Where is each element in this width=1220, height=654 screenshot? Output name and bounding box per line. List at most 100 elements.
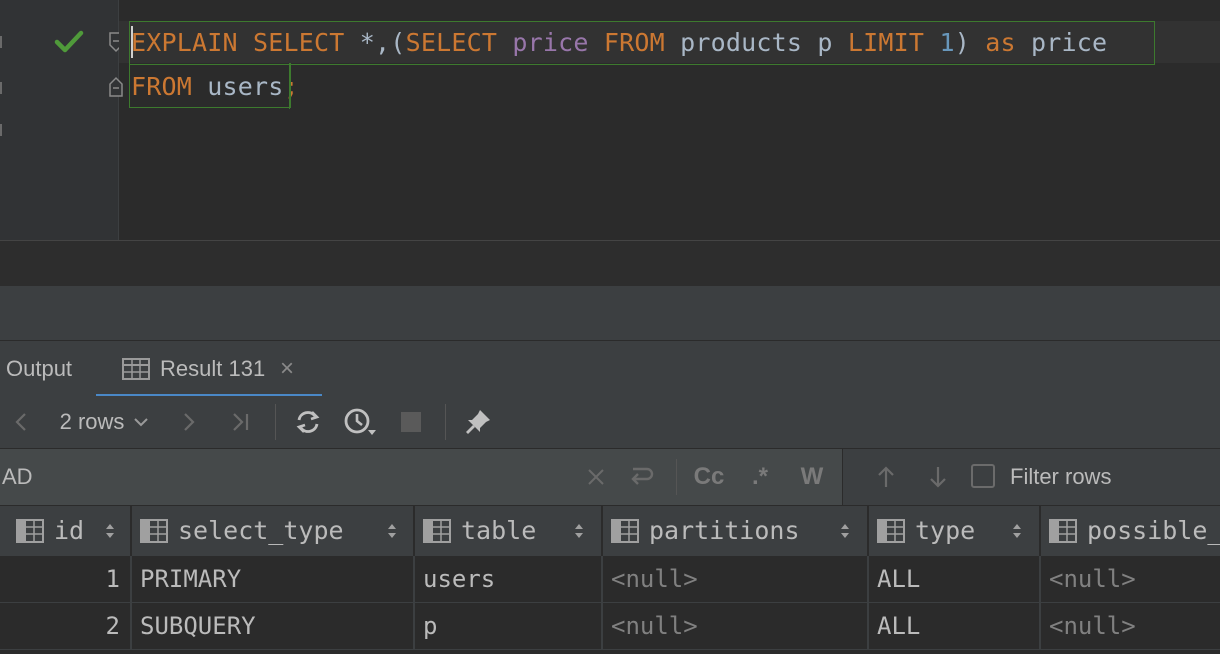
close-icon — [588, 469, 604, 485]
text-caret — [131, 26, 133, 58]
search-filter-bar: Cc .* W Filter rows — [0, 449, 1220, 506]
cell-partitions[interactable]: <null> — [603, 603, 869, 649]
cell-select-type[interactable]: PRIMARY — [132, 556, 415, 602]
cell-id[interactable]: 2 — [0, 603, 132, 649]
column-header-table[interactable]: table — [415, 506, 603, 556]
tab-result-label: Result 131 — [160, 356, 266, 381]
panel-splitter[interactable] — [0, 240, 1220, 287]
sort-icon[interactable] — [386, 522, 398, 540]
filter-rows-checkbox[interactable] — [971, 464, 995, 488]
toolbar-separator — [842, 449, 843, 505]
refresh-button[interactable] — [290, 396, 326, 448]
sql-editor[interactable]: EXPLAIN SELECT *,(SELECT price FROM prod… — [0, 0, 1220, 240]
cell-table[interactable]: p — [415, 603, 603, 649]
column-icon — [423, 519, 451, 543]
table-row[interactable]: 2 SUBQUERY p <null> ALL <null> — [0, 603, 1220, 650]
sort-icon[interactable] — [839, 522, 851, 540]
stop-icon — [401, 412, 421, 432]
next-occurrence-button[interactable] — [924, 449, 952, 505]
code-line-2[interactable]: FROM users; — [131, 65, 299, 109]
column-icon — [140, 519, 168, 543]
match-case-label: Cc — [693, 463, 725, 490]
arrow-up-icon — [878, 466, 894, 487]
column-header-label: possible_ — [1087, 516, 1220, 545]
result-grid[interactable]: id select_type table partitions type pos… — [0, 506, 1220, 654]
column-icon — [16, 519, 44, 543]
gutter-marker — [0, 124, 6, 136]
cell-select-type[interactable]: SUBQUERY — [132, 603, 415, 649]
column-header-type[interactable]: type — [869, 506, 1041, 556]
previous-page-button[interactable] — [8, 396, 34, 448]
sort-icon[interactable] — [104, 522, 116, 540]
column-header-id[interactable]: id — [0, 506, 132, 556]
column-header-select-type[interactable]: select_type — [132, 506, 415, 556]
result-toolbar: 2 rows — [0, 396, 1220, 449]
toolbar-separator — [445, 404, 446, 440]
regex-toggle[interactable]: .* — [744, 449, 776, 505]
whole-words-label: W — [800, 463, 824, 490]
code-token: SELECT — [405, 28, 498, 57]
cell-id[interactable]: 1 — [0, 556, 132, 602]
clock-icon — [344, 408, 376, 435]
rows-count-label: 2 rows — [59, 409, 125, 434]
stop-button[interactable] — [396, 396, 426, 448]
code-line-1[interactable]: EXPLAIN SELECT *,(SELECT price FROM prod… — [131, 21, 1107, 65]
code-token: *,( — [344, 28, 406, 57]
code-token: price — [512, 28, 589, 57]
sort-icon[interactable] — [1011, 522, 1023, 540]
result-tabs: Output Result 131 × — [0, 340, 1220, 398]
cell-type[interactable]: ALL — [869, 603, 1041, 649]
column-header-possible-keys[interactable]: possible_ — [1041, 506, 1220, 556]
toolbar-separator — [275, 404, 276, 440]
code-token: FROM — [603, 28, 665, 57]
cell-table[interactable]: users — [415, 556, 603, 602]
gutter-marker — [0, 36, 6, 48]
cell-possible-keys[interactable]: <null> — [1041, 556, 1220, 602]
refresh-icon — [296, 411, 320, 433]
column-header-label: select_type — [178, 516, 344, 545]
toolbar-separator — [676, 459, 677, 495]
pin-icon — [466, 410, 490, 434]
next-page-button[interactable] — [176, 396, 202, 448]
code-token: as — [985, 28, 1016, 57]
chevron-left-icon — [15, 413, 26, 431]
code-token: ) — [954, 28, 986, 57]
clear-search-button[interactable] — [582, 449, 610, 505]
column-header-label: type — [915, 516, 976, 545]
match-case-toggle[interactable]: Cc — [690, 449, 728, 505]
code-token: SELECT — [253, 28, 345, 57]
whole-words-toggle[interactable]: W — [796, 449, 828, 505]
last-page-button[interactable] — [226, 396, 256, 448]
new-line-toggle[interactable] — [624, 449, 658, 505]
enter-icon — [631, 467, 654, 485]
previous-occurrence-button[interactable] — [872, 449, 900, 505]
code-token: 1 — [939, 28, 955, 57]
tab-result[interactable]: Result 131 × — [96, 341, 322, 397]
rows-per-page-dropdown[interactable]: 2 rows — [50, 396, 160, 448]
column-icon — [611, 519, 639, 543]
cell-partitions[interactable]: <null> — [603, 556, 869, 602]
column-header-partitions[interactable]: partitions — [603, 506, 869, 556]
cell-type[interactable]: ALL — [869, 556, 1041, 602]
arrow-down-icon — [930, 467, 946, 488]
cell-possible-keys[interactable]: <null> — [1041, 603, 1220, 649]
editor-gutter — [0, 0, 123, 240]
check-icon — [54, 30, 84, 53]
sort-icon[interactable] — [573, 522, 585, 540]
close-icon[interactable]: × — [280, 341, 294, 397]
table-row[interactable]: 1 PRIMARY users <null> ALL <null> — [0, 556, 1220, 603]
fold-icon[interactable] — [108, 74, 128, 98]
pin-tab-button[interactable] — [460, 396, 496, 448]
regex-label: .* — [751, 463, 768, 490]
tool-window-header — [0, 286, 1220, 340]
column-icon — [1049, 519, 1077, 543]
last-page-icon — [233, 413, 249, 431]
tab-output[interactable]: Output — [6, 341, 72, 397]
history-button[interactable] — [340, 396, 380, 448]
chevron-right-icon — [184, 413, 195, 431]
code-token: users — [192, 72, 284, 101]
